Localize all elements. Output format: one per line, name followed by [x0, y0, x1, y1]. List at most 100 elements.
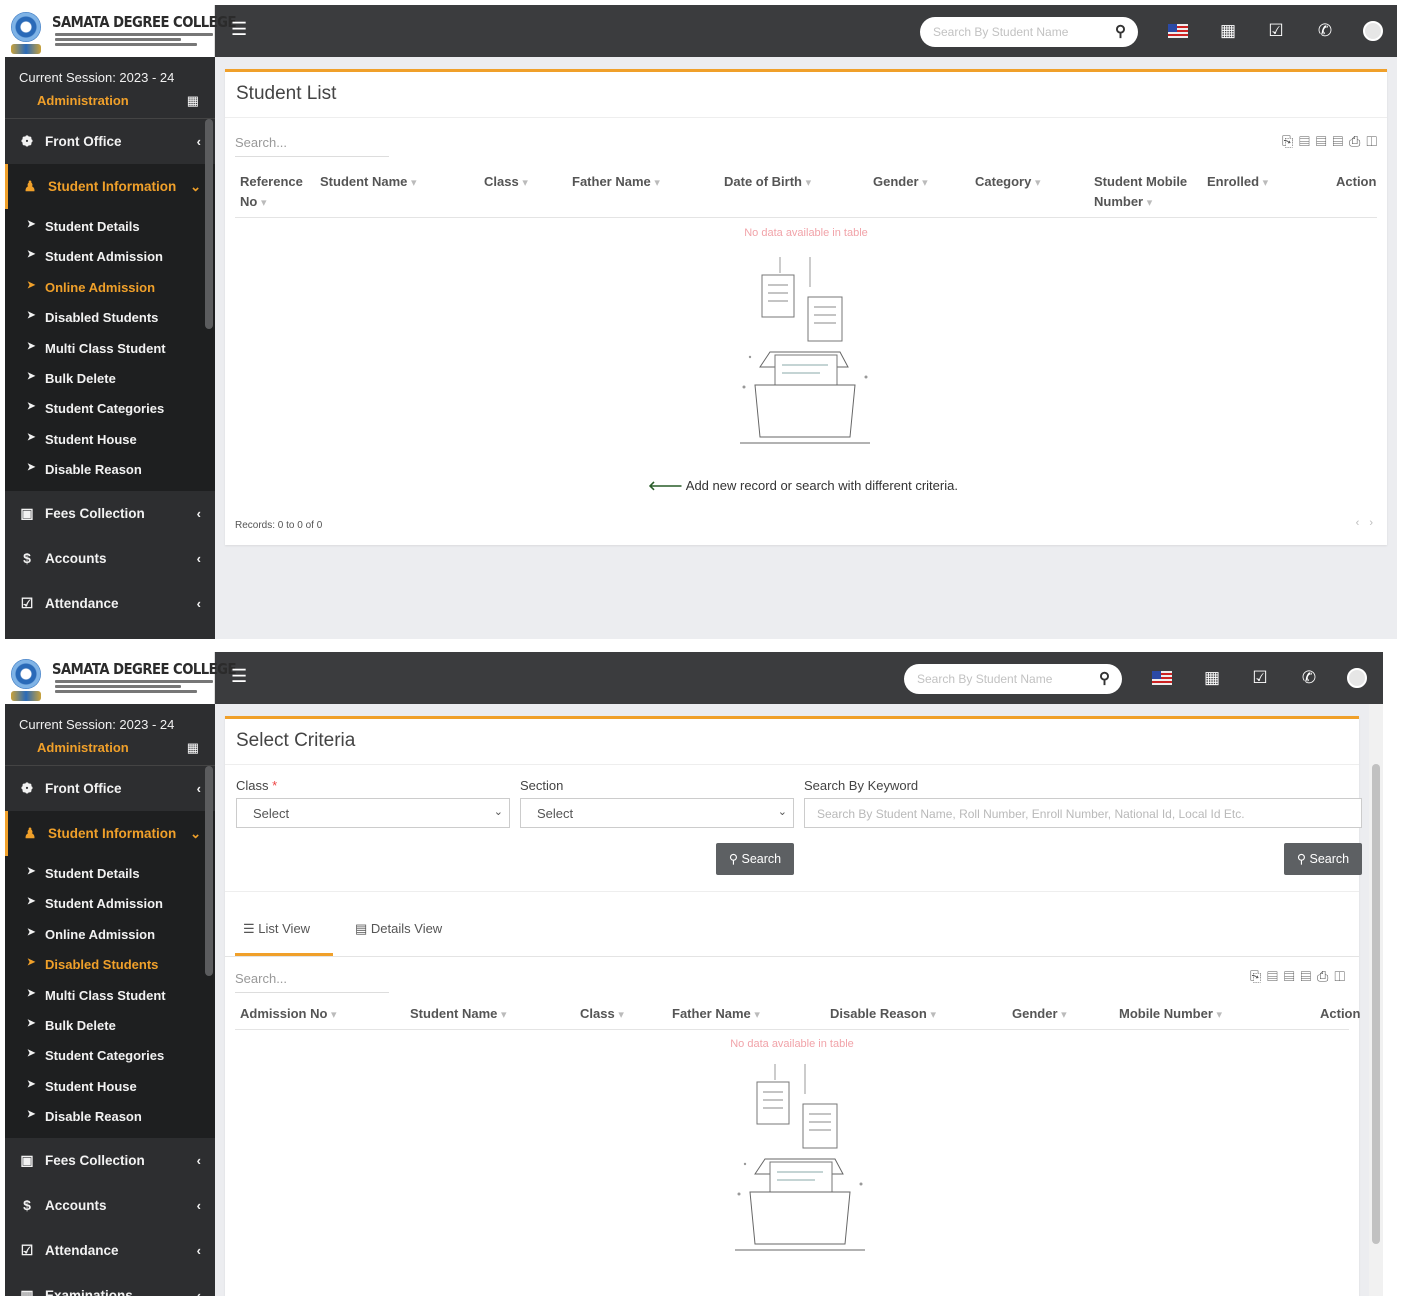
sidebar-subitem-disabled-students[interactable]: ➤ Disabled Students [5, 949, 215, 979]
chevron-left-icon: ‹ [196, 505, 201, 521]
language-flag-icon[interactable] [1168, 24, 1188, 38]
column-header[interactable]: Father Name ▾ [572, 172, 660, 193]
section-select[interactable]: Select ⌄ [520, 798, 794, 828]
top-search-input[interactable]: Search By Student Name ⚲ [920, 17, 1138, 47]
top-navbar: SAMATA DEGREE COLLEGE ☰ Search By Studen… [5, 652, 1383, 704]
chevron-left-icon: ‹ [196, 595, 201, 611]
class-label: Class * [236, 778, 278, 793]
sidebar-subitem-online-admission[interactable]: ➤ Online Admission [5, 272, 215, 302]
calendar-icon[interactable]: ▦ [1201, 667, 1223, 689]
student-information-submenu: ➤ Student Details ➤ Student Admission ➤ Onl… [5, 209, 215, 491]
table-search-input[interactable]: Search... [235, 135, 389, 157]
column-header[interactable]: Class ▾ [484, 172, 528, 193]
sidebar-subitem-disable-reason[interactable]: ➤ Disable Reason [5, 1101, 215, 1131]
criteria-search-button[interactable]: ⚲ Search [716, 843, 794, 875]
column-header[interactable]: Gender ▾ [873, 172, 928, 193]
column-header[interactable]: Enrolled ▾ [1207, 172, 1268, 193]
college-logo[interactable]: SAMATA DEGREE COLLEGE [5, 652, 236, 704]
hamburger-menu-icon[interactable]: ☰ [231, 667, 247, 685]
column-header[interactable]: Date of Birth ▾ [724, 172, 811, 193]
sidebar-item-front-office[interactable]: ❁ Front Office ‹ [5, 119, 215, 164]
money-icon: ▣ [20, 1151, 34, 1168]
table-export-tools[interactable]: ⎘▤▤▤⎙◫ [1250, 968, 1351, 985]
college-logo[interactable]: SAMATA DEGREE COLLEGE [5, 5, 236, 57]
keyword-search-input[interactable]: Search By Student Name, Roll Number, Enr… [804, 798, 1362, 828]
sidebar-item-front-office[interactable]: ❁ Front Office ‹ [5, 766, 215, 811]
sidebar-item-accounts[interactable]: $ Accounts ‹ [5, 1183, 215, 1228]
sidebar-item-attendance[interactable]: ☑ Attendance ‹ [5, 581, 215, 626]
sidebar-item-fees-collection[interactable]: ▣ Fees Collection ‹ [5, 491, 215, 536]
column-header[interactable]: Mobile Number ▾ [1119, 1004, 1222, 1025]
sidebar-subitem-student-details[interactable]: ➤ Student Details [5, 858, 215, 888]
page-scrollbar[interactable] [1369, 704, 1383, 1296]
sidebar-subitem-bulk-delete[interactable]: ➤ Bulk Delete [5, 1010, 215, 1040]
top-search-input[interactable]: Search By Student Name ⚲ [904, 664, 1122, 694]
chevron-left-icon: ‹ [196, 550, 201, 566]
column-header[interactable]: Student Name ▾ [410, 1004, 507, 1025]
sidebar-item-examinations[interactable]: ▥ Examinations ‹ [5, 626, 215, 639]
sidebar-subitem-multi-class-student[interactable]: ➤ Multi Class Student [5, 980, 215, 1010]
column-header[interactable]: Class ▾ [580, 1004, 624, 1025]
language-flag-icon[interactable] [1152, 671, 1172, 685]
column-header[interactable]: Reference No ▾ [240, 172, 310, 213]
map-icon: ▥ [20, 1286, 34, 1296]
sidebar: Current Session: 2023 - 24 Administratio… [5, 704, 215, 1296]
sidebar-subitem-disabled-students[interactable]: ➤ Disabled Students [5, 302, 215, 332]
tab-details-view[interactable]: ▤ Details View [355, 921, 442, 937]
sidebar-item-attendance[interactable]: ☑ Attendance ‹ [5, 1228, 215, 1273]
whatsapp-icon[interactable]: ✆ [1314, 20, 1336, 42]
session-grid-icon[interactable]: ▦ [187, 93, 199, 109]
sidebar-subitem-online-admission[interactable]: ➤ Online Admission [5, 919, 215, 949]
session-grid-icon[interactable]: ▦ [187, 740, 199, 756]
user-avatar[interactable] [1363, 21, 1383, 41]
task-check-icon[interactable]: ☑ [1249, 667, 1271, 689]
calendar-check-icon: ☑ [20, 1241, 34, 1258]
column-header[interactable]: Student Name ▾ [320, 172, 417, 193]
table-export-tools[interactable]: ⎘▤▤▤⎙◫ [1282, 133, 1383, 150]
sidebar-scrollbar[interactable] [205, 766, 213, 976]
sidebar-subitem-disable-reason[interactable]: ➤ Disable Reason [5, 454, 215, 484]
sidebar-subitem-student-house[interactable]: ➤ Student House [5, 1071, 215, 1101]
arrow-left-icon: 🡐 [648, 478, 683, 493]
class-select[interactable]: Select ⌄ [236, 798, 510, 828]
column-header[interactable]: Disable Reason ▾ [830, 1004, 936, 1025]
search-icon[interactable]: ⚲ [1099, 669, 1110, 687]
sidebar-subitem-student-admission[interactable]: ➤ Student Admission [5, 241, 215, 271]
sidebar-subitem-bulk-delete[interactable]: ➤ Bulk Delete [5, 363, 215, 393]
hamburger-menu-icon[interactable]: ☰ [231, 20, 247, 38]
task-check-icon[interactable]: ☑ [1265, 20, 1287, 42]
sidebar-item-student-information[interactable]: ♟ Student Information ⌄ [5, 164, 215, 209]
sidebar-item-student-information[interactable]: ♟ Student Information ⌄ [5, 811, 215, 856]
sidebar-subitem-student-categories[interactable]: ➤ Student Categories [5, 393, 215, 423]
session-info: Current Session: 2023 - 24 Administratio… [5, 57, 215, 119]
sidebar-item-fees-collection[interactable]: ▣ Fees Collection ‹ [5, 1138, 215, 1183]
money-icon: ▣ [20, 504, 34, 521]
sidebar-subitem-student-categories[interactable]: ➤ Student Categories [5, 1040, 215, 1070]
user-avatar[interactable] [1347, 668, 1367, 688]
calendar-icon[interactable]: ▦ [1217, 20, 1239, 42]
sidebar-item-examinations[interactable]: ▥ Examinations ‹ [5, 1273, 215, 1296]
column-header[interactable]: Category ▾ [975, 172, 1041, 193]
sidebar-subitem-multi-class-student[interactable]: ➤ Multi Class Student [5, 333, 215, 363]
sidebar-subitem-student-details[interactable]: ➤ Student Details [5, 211, 215, 241]
sidebar-subitem-student-house[interactable]: ➤ Student House [5, 424, 215, 454]
table-search-input[interactable]: Search... [235, 971, 389, 993]
pagination[interactable]: ‹› [1356, 517, 1383, 529]
student-information-submenu: ➤ Student Details ➤ Student Admission ➤ Onl… [5, 856, 215, 1138]
users-icon: ♟ [23, 178, 37, 194]
column-header[interactable]: Gender ▾ [1012, 1004, 1067, 1025]
column-header[interactable]: Admission No ▾ [240, 1004, 337, 1025]
sidebar-item-accounts[interactable]: $ Accounts ‹ [5, 536, 215, 581]
dollar-icon: $ [23, 1196, 31, 1213]
sidebar-scrollbar[interactable] [205, 119, 213, 329]
search-icon[interactable]: ⚲ [1115, 22, 1126, 40]
tab-list-view[interactable]: ☰ List View [235, 921, 333, 956]
column-header[interactable]: Father Name ▾ [672, 1004, 760, 1025]
no-data-message: No data available in table [744, 227, 868, 239]
column-header[interactable]: Student Mobile Number ▾ [1094, 172, 1198, 213]
keyword-search-button[interactable]: ⚲ Search [1284, 843, 1362, 875]
chevron-left-icon: ‹ [196, 1242, 201, 1258]
sidebar-subitem-student-admission[interactable]: ➤ Student Admission [5, 888, 215, 918]
whatsapp-icon[interactable]: ✆ [1298, 667, 1320, 689]
chevron-down-icon: ⌄ [190, 826, 201, 841]
